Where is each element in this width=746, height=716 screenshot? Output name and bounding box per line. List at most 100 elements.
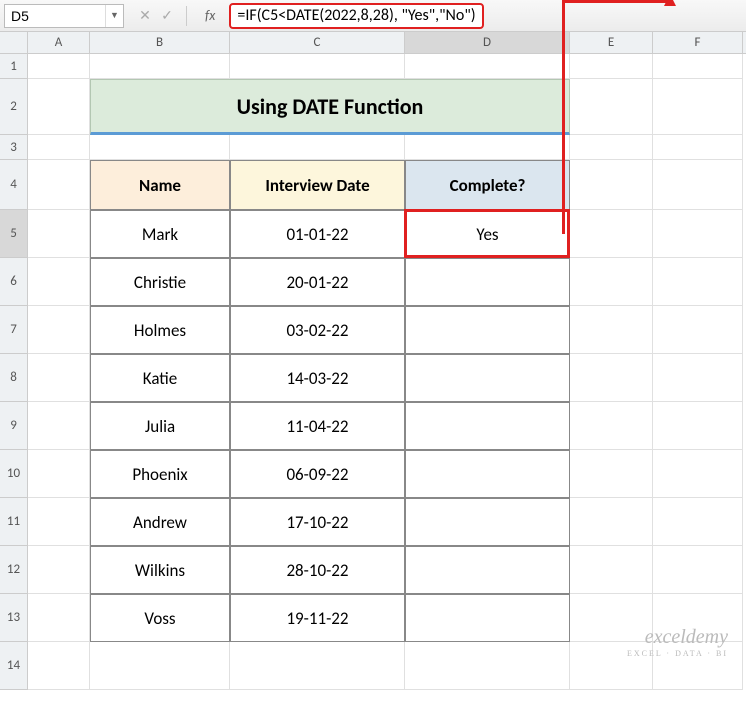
- cell[interactable]: [653, 546, 743, 594]
- cell-date[interactable]: 11-04-22: [230, 402, 405, 450]
- cell[interactable]: [28, 594, 90, 642]
- row-header-5[interactable]: 5: [0, 210, 27, 258]
- cell[interactable]: [570, 258, 653, 306]
- cancel-icon[interactable]: ✕: [138, 7, 152, 24]
- cell[interactable]: [28, 498, 90, 546]
- cell[interactable]: [570, 210, 653, 258]
- cell[interactable]: [28, 160, 90, 210]
- cell-name[interactable]: Holmes: [90, 306, 230, 354]
- cell-date[interactable]: 19-11-22: [230, 594, 405, 642]
- cell[interactable]: [653, 306, 743, 354]
- cell[interactable]: [230, 135, 405, 160]
- row-header-6[interactable]: 6: [0, 258, 27, 306]
- cell-complete[interactable]: [405, 450, 570, 498]
- cell[interactable]: [653, 498, 743, 546]
- cell[interactable]: [570, 402, 653, 450]
- select-all-corner[interactable]: [0, 32, 28, 53]
- cell[interactable]: [653, 135, 743, 160]
- cell-A2[interactable]: [28, 79, 90, 135]
- cell[interactable]: [28, 450, 90, 498]
- cell[interactable]: [570, 306, 653, 354]
- cell[interactable]: [90, 135, 230, 160]
- cell[interactable]: [570, 354, 653, 402]
- cell[interactable]: [653, 402, 743, 450]
- cell-complete[interactable]: [405, 402, 570, 450]
- name-box-dropdown[interactable]: ▼: [105, 5, 123, 27]
- cell[interactable]: [28, 54, 90, 79]
- cell-date[interactable]: 20-01-22: [230, 258, 405, 306]
- cell[interactable]: [28, 642, 90, 690]
- cell[interactable]: [570, 135, 653, 160]
- row-header-3[interactable]: 3: [0, 135, 27, 160]
- cell-complete[interactable]: [405, 594, 570, 642]
- row-header-4[interactable]: 4: [0, 160, 27, 210]
- cell[interactable]: [28, 354, 90, 402]
- row-header-9[interactable]: 9: [0, 402, 27, 450]
- cell-name[interactable]: Andrew: [90, 498, 230, 546]
- cell[interactable]: [653, 54, 743, 79]
- cell[interactable]: [570, 498, 653, 546]
- cell-F2[interactable]: [653, 79, 743, 135]
- cell[interactable]: [230, 54, 405, 79]
- cell[interactable]: [570, 450, 653, 498]
- check-icon[interactable]: ✓: [160, 7, 174, 24]
- cell[interactable]: [653, 258, 743, 306]
- cell[interactable]: [405, 54, 570, 79]
- cell-name[interactable]: Julia: [90, 402, 230, 450]
- cell-complete[interactable]: [405, 306, 570, 354]
- title-cell[interactable]: Using DATE Function: [90, 79, 570, 135]
- col-header-D[interactable]: D: [405, 32, 570, 53]
- row-header-13[interactable]: 13: [0, 594, 27, 642]
- cell-name[interactable]: Katie: [90, 354, 230, 402]
- cell[interactable]: [570, 160, 653, 210]
- cell[interactable]: [28, 135, 90, 160]
- row-header-12[interactable]: 12: [0, 546, 27, 594]
- cell-complete[interactable]: Yes: [405, 210, 570, 258]
- cell-date[interactable]: 03-02-22: [230, 306, 405, 354]
- col-header-F[interactable]: F: [653, 32, 743, 53]
- cell-name[interactable]: Voss: [90, 594, 230, 642]
- cell-name[interactable]: Christie: [90, 258, 230, 306]
- cell[interactable]: [230, 642, 405, 690]
- header-complete[interactable]: Complete?: [405, 160, 570, 210]
- header-date[interactable]: Interview Date: [230, 160, 405, 210]
- cell-complete[interactable]: [405, 354, 570, 402]
- cell-complete[interactable]: [405, 546, 570, 594]
- cell[interactable]: [570, 546, 653, 594]
- cell-name[interactable]: Wilkins: [90, 546, 230, 594]
- cell[interactable]: [28, 210, 90, 258]
- cell[interactable]: [405, 135, 570, 160]
- name-box[interactable]: [5, 8, 105, 24]
- col-header-B[interactable]: B: [90, 32, 230, 53]
- col-header-C[interactable]: C: [230, 32, 405, 53]
- row-header-14[interactable]: 14: [0, 642, 27, 690]
- cell-name[interactable]: Phoenix: [90, 450, 230, 498]
- cell-E2[interactable]: [570, 79, 653, 135]
- cell[interactable]: [653, 160, 743, 210]
- header-name[interactable]: Name: [90, 160, 230, 210]
- row-header-10[interactable]: 10: [0, 450, 27, 498]
- cell[interactable]: [405, 642, 570, 690]
- col-header-E[interactable]: E: [570, 32, 653, 53]
- cell[interactable]: [90, 642, 230, 690]
- col-header-A[interactable]: A: [28, 32, 90, 53]
- cell[interactable]: [653, 354, 743, 402]
- cell[interactable]: [653, 450, 743, 498]
- cell-date[interactable]: 01-01-22: [230, 210, 405, 258]
- cell[interactable]: [570, 54, 653, 79]
- row-header-1[interactable]: 1: [0, 54, 27, 79]
- cell[interactable]: [28, 258, 90, 306]
- row-header-8[interactable]: 8: [0, 354, 27, 402]
- cell-date[interactable]: 14-03-22: [230, 354, 405, 402]
- cell-complete[interactable]: [405, 498, 570, 546]
- cell[interactable]: [653, 210, 743, 258]
- cell-complete[interactable]: [405, 258, 570, 306]
- cell[interactable]: [28, 402, 90, 450]
- cell[interactable]: [28, 546, 90, 594]
- formula-bar[interactable]: =IF(C5<DATE(2022,8,28), "Yes","No"): [229, 3, 483, 29]
- cell[interactable]: [28, 306, 90, 354]
- cell-name[interactable]: Mark: [90, 210, 230, 258]
- cell[interactable]: [90, 54, 230, 79]
- cell-date[interactable]: 06-09-22: [230, 450, 405, 498]
- row-header-2[interactable]: 2: [0, 79, 27, 135]
